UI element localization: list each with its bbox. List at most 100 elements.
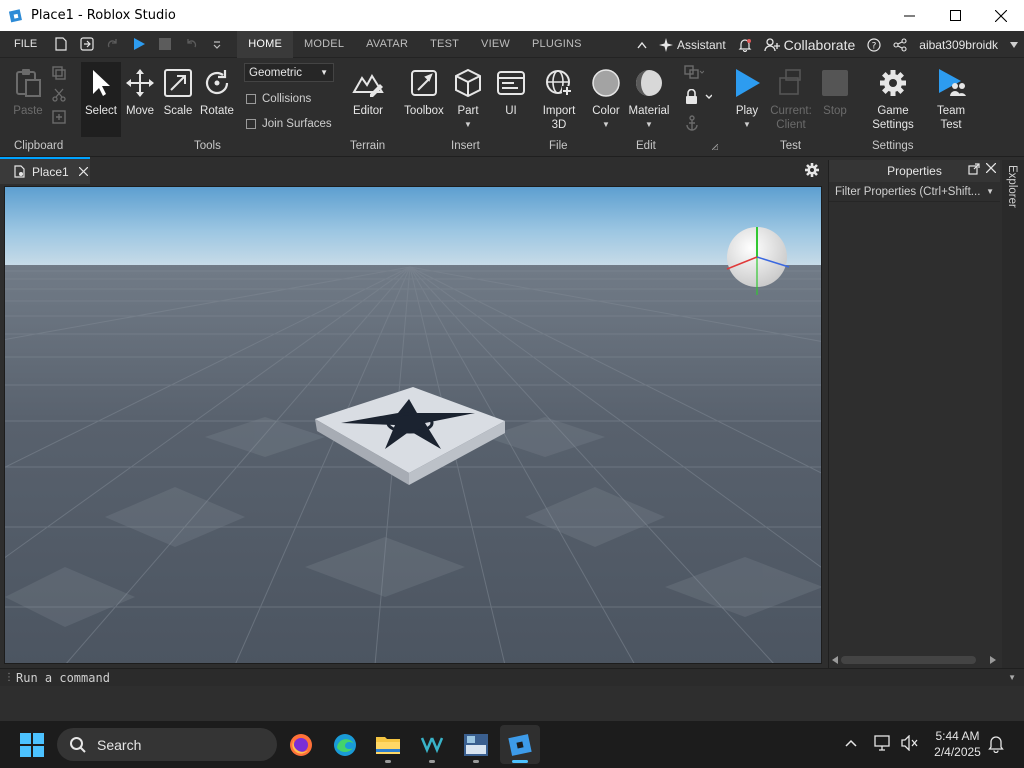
user-account-menu[interactable]: aibat309broidk — [919, 38, 1018, 52]
ribbon-tabs: HOME MODEL AVATAR TEST VIEW PLUGINS — [237, 30, 593, 58]
document-tab-place1[interactable]: Place1 — [0, 157, 90, 184]
maximize-button[interactable] — [932, 0, 978, 31]
paste-button[interactable]: Paste — [10, 66, 46, 118]
close-icon[interactable] — [986, 163, 996, 173]
horizontal-scrollbar[interactable] — [829, 654, 1001, 666]
taskbar-edge[interactable] — [325, 725, 365, 764]
chevron-down-icon[interactable]: ▼ — [1008, 673, 1016, 682]
command-bar[interactable]: ⋮ Run a command ▼ — [0, 668, 1024, 686]
3d-viewport[interactable] — [4, 186, 822, 664]
play-button[interactable]: Play ▼ — [729, 66, 765, 132]
current-client-button[interactable]: Current: Client — [766, 66, 816, 132]
collisions-checkbox[interactable]: Collisions — [246, 93, 311, 105]
collapse-ribbon-button[interactable] — [637, 41, 647, 49]
running-indicator — [385, 760, 391, 763]
filter-properties-input[interactable]: Filter Properties (Ctrl+Shift... ▼ — [829, 182, 1000, 202]
drag-handle-icon[interactable]: ⋮ — [4, 672, 14, 683]
place-file-icon — [14, 165, 25, 178]
expand-group-icon[interactable] — [712, 144, 718, 150]
new-file-button[interactable] — [51, 34, 71, 54]
team-test-label-line1: Team — [936, 105, 966, 117]
select-tool-button[interactable]: Select — [81, 62, 121, 137]
search-label: Search — [97, 736, 142, 753]
import-3d-button[interactable]: Import 3D — [538, 66, 580, 132]
publish-button[interactable] — [77, 34, 97, 54]
quick-stop-button[interactable] — [155, 34, 175, 54]
firefox-icon — [290, 733, 312, 756]
rotate-tool-button[interactable]: Rotate — [197, 66, 237, 118]
move-tool-button[interactable]: Move — [122, 66, 158, 118]
filter-properties-placeholder: Filter Properties (Ctrl+Shift... — [835, 185, 981, 198]
taskbar-file-explorer[interactable] — [368, 725, 408, 764]
undo-button[interactable] — [181, 34, 201, 54]
group-icon[interactable] — [684, 65, 704, 79]
chevron-up-icon — [637, 41, 647, 48]
explorer-side-tab[interactable]: Explorer — [1002, 160, 1024, 668]
quick-access-dropdown[interactable] — [207, 34, 227, 54]
share-button[interactable] — [893, 37, 907, 52]
toolbox-button[interactable]: Toolbox — [401, 66, 447, 118]
bell-icon[interactable] — [988, 735, 1004, 753]
part-button[interactable]: Part ▼ — [450, 66, 486, 132]
taskbar-sdk-app[interactable] — [456, 725, 496, 764]
chevron-down-icon[interactable]: ▼ — [986, 187, 994, 196]
tab-home[interactable]: HOME — [237, 30, 294, 58]
collaborate-button[interactable]: Collaborate — [764, 37, 855, 53]
scroll-left-icon[interactable] — [832, 656, 838, 664]
minimize-button[interactable] — [886, 0, 932, 31]
collisions-label: Collisions — [262, 93, 312, 105]
ui-button[interactable]: UI — [494, 66, 528, 118]
command-input[interactable]: Run a command — [16, 671, 110, 685]
undock-icon[interactable] — [968, 163, 980, 175]
redo-button[interactable] — [103, 34, 123, 54]
transform-mode-dropdown[interactable]: Geometric ▼ — [244, 63, 334, 82]
stop-button[interactable]: Stop — [818, 66, 852, 118]
chevron-up-icon[interactable] — [845, 739, 857, 747]
quick-play-button[interactable] — [129, 34, 149, 54]
copy-icon[interactable] — [52, 66, 66, 80]
scale-icon — [164, 69, 192, 97]
scroll-right-icon[interactable] — [990, 656, 996, 664]
help-button[interactable]: ? — [867, 37, 881, 52]
taskbar-firefox[interactable] — [281, 725, 321, 764]
scale-tool-button[interactable]: Scale — [160, 66, 196, 118]
volume-muted-icon[interactable] — [900, 735, 918, 751]
share-icon — [893, 37, 907, 52]
game-settings-button[interactable]: Game Settings — [868, 66, 918, 132]
network-icon[interactable] — [874, 735, 892, 751]
terrain-editor-label: Editor — [352, 105, 384, 117]
duplicate-icon[interactable] — [52, 110, 66, 124]
close-button[interactable] — [978, 0, 1024, 31]
file-menu[interactable]: FILE — [0, 38, 51, 50]
terrain-editor-button[interactable]: Editor — [349, 66, 387, 118]
close-icon — [995, 9, 1007, 22]
tab-test[interactable]: TEST — [419, 31, 470, 58]
windows-start-icon[interactable] — [20, 733, 44, 757]
tab-model[interactable]: MODEL — [293, 31, 355, 58]
properties-header: Properties — [829, 160, 1000, 182]
gear-icon[interactable] — [804, 162, 820, 178]
lock-icon[interactable] — [684, 89, 712, 105]
assistant-button[interactable]: Assistant — [658, 37, 726, 52]
anchor-icon[interactable] — [684, 115, 700, 131]
team-test-button[interactable]: Team Test — [928, 66, 974, 132]
color-swatch-icon — [592, 69, 620, 97]
taskbar-search[interactable]: Search — [57, 728, 277, 761]
sdk-icon — [464, 733, 488, 756]
title-bar: Place1 - Roblox Studio — [0, 0, 1024, 31]
material-button[interactable]: Material ▼ — [626, 66, 672, 132]
cut-icon[interactable] — [52, 88, 66, 102]
tab-avatar[interactable]: AVATAR — [355, 31, 419, 58]
tab-plugins[interactable]: PLUGINS — [521, 31, 593, 58]
notifications-button[interactable] — [738, 38, 752, 52]
join-surfaces-checkbox[interactable]: Join Surfaces — [246, 118, 332, 130]
explorer-tab-label: Explorer — [1006, 165, 1018, 208]
taskbar-vscode[interactable] — [412, 725, 452, 764]
play-icon — [736, 69, 760, 97]
taskbar-clock[interactable]: 5:44 AM 2/4/2025 — [930, 728, 985, 760]
taskbar-roblox-studio[interactable] — [500, 725, 540, 764]
close-icon[interactable] — [78, 167, 88, 176]
color-button[interactable]: Color ▼ — [588, 66, 624, 132]
scrollbar-thumb[interactable] — [841, 656, 976, 664]
tab-view[interactable]: VIEW — [470, 31, 521, 58]
